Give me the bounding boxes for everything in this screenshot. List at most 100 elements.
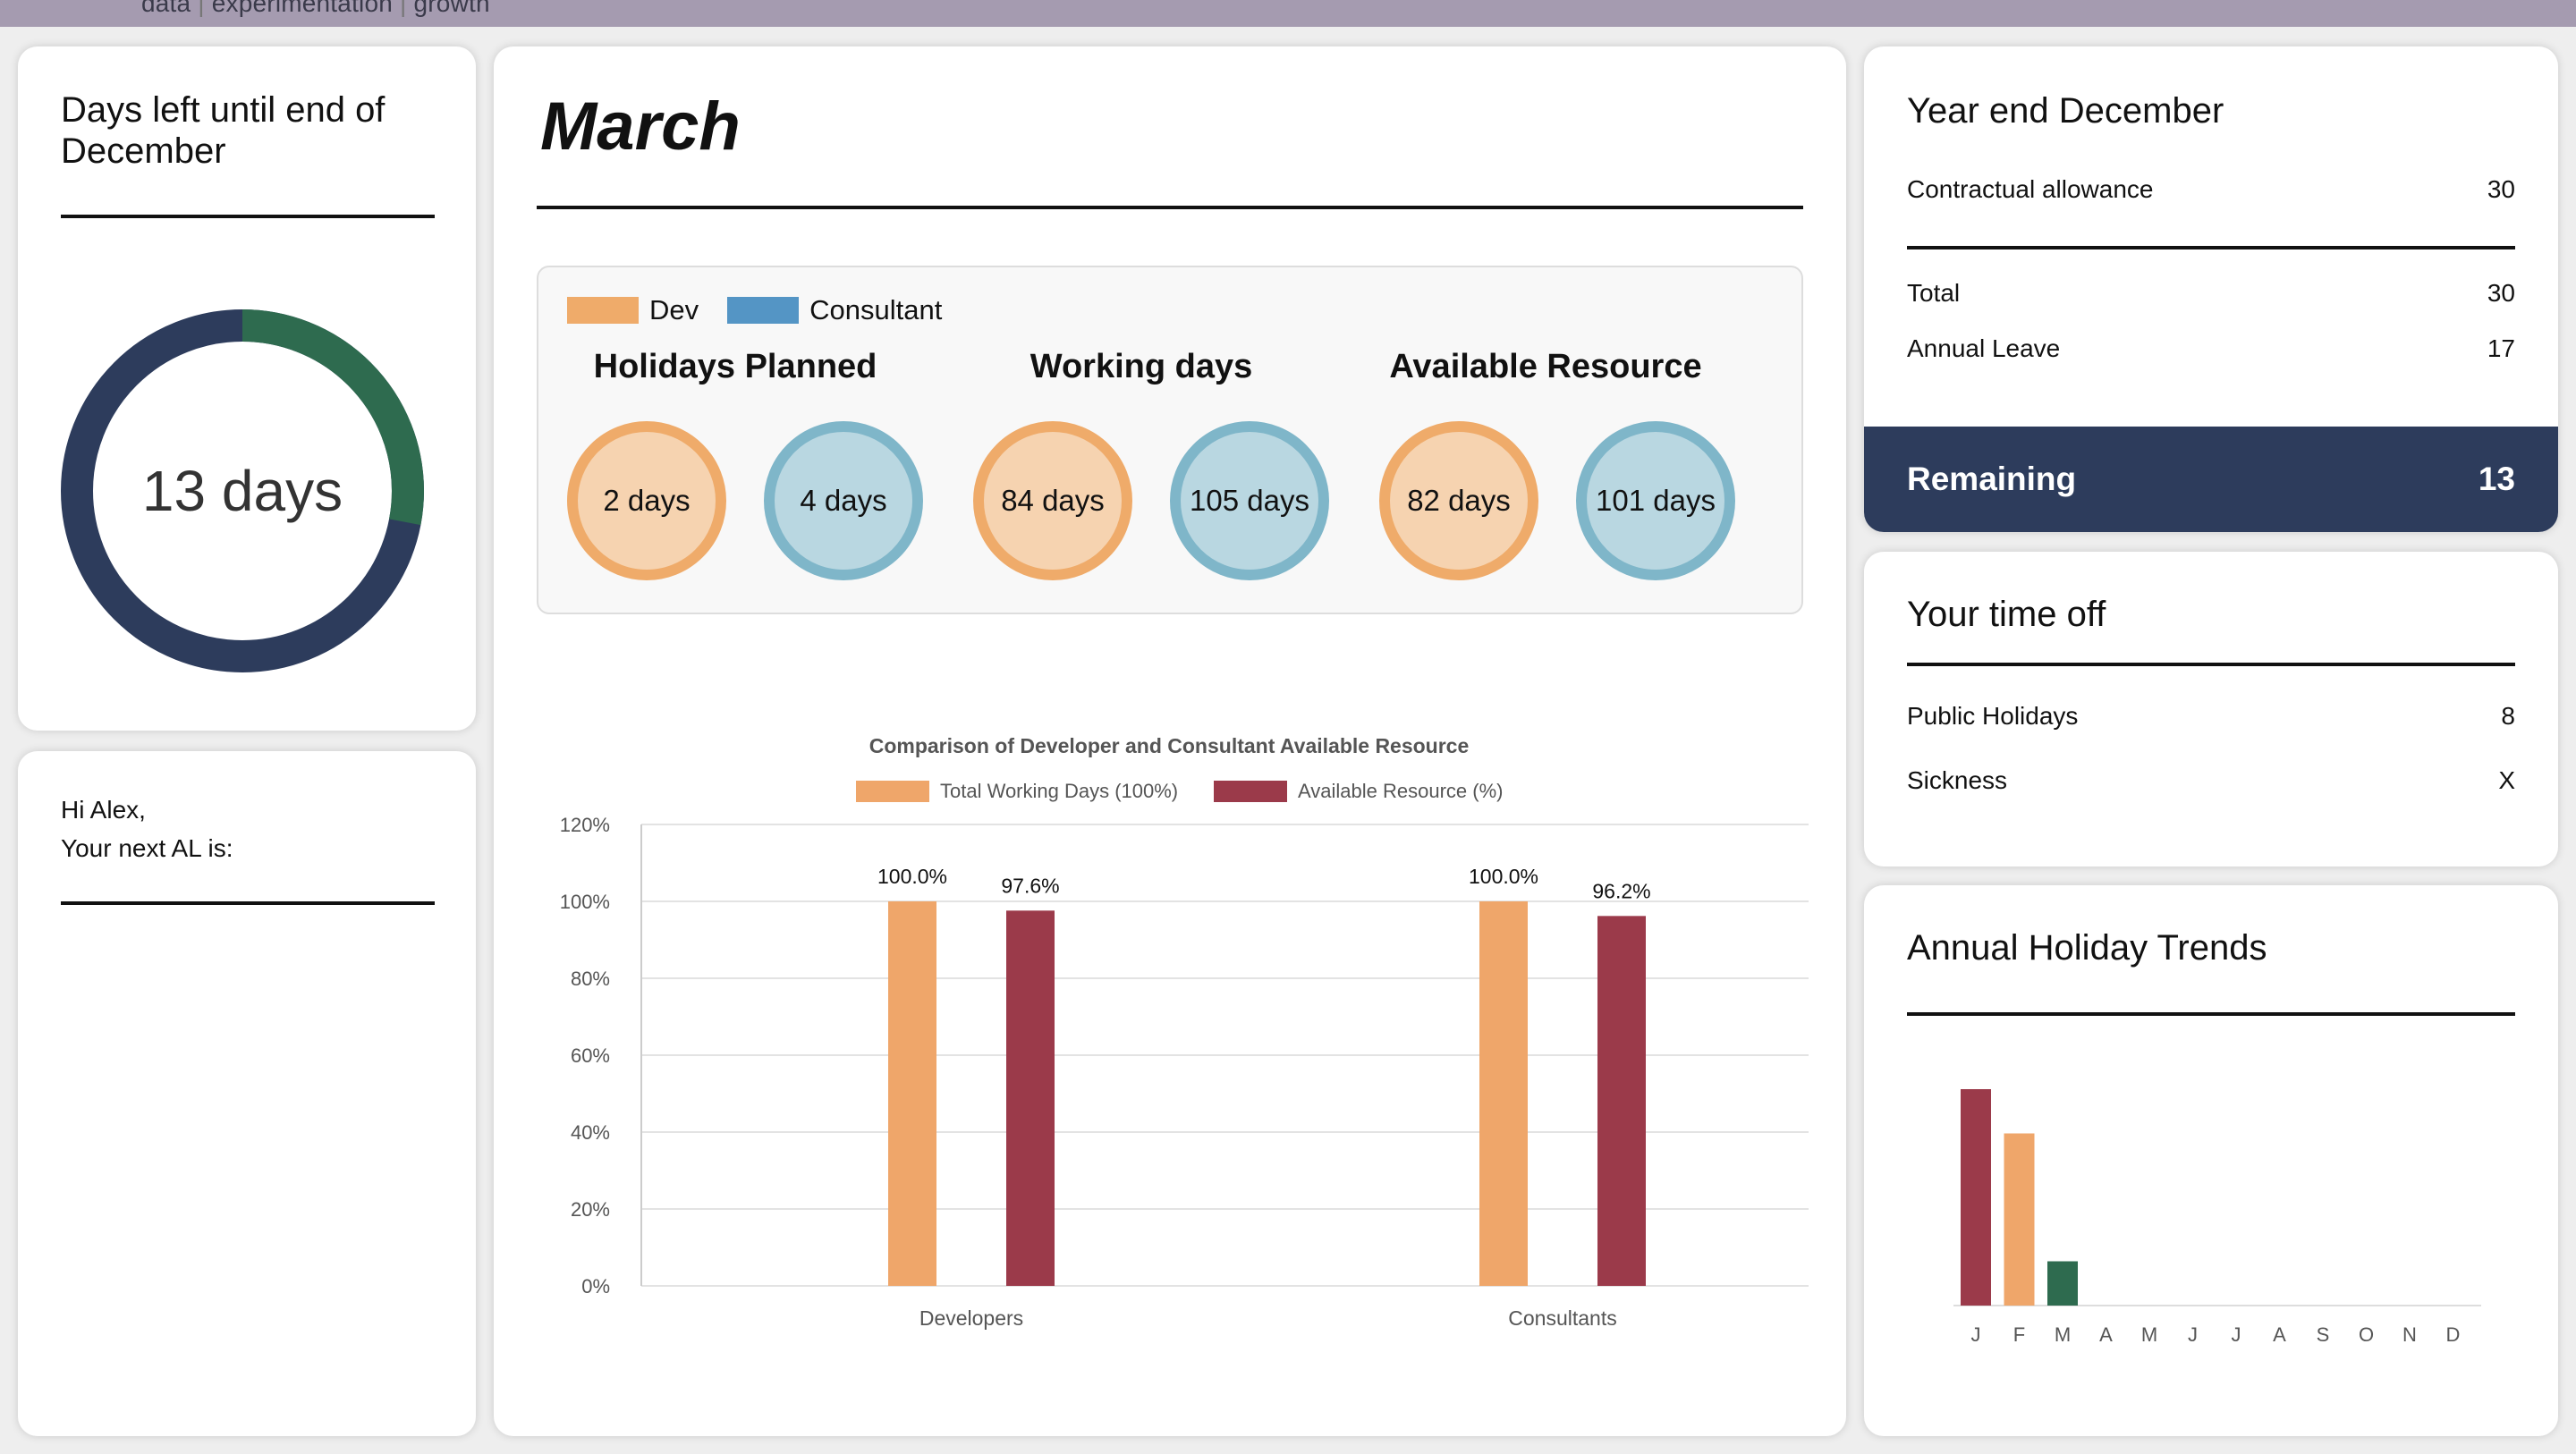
divider xyxy=(1907,246,2515,249)
bar-data-label: 97.6% xyxy=(1001,874,1059,897)
trend-bar xyxy=(2004,1133,2035,1306)
month-tick-label: S xyxy=(2317,1323,2330,1346)
y-tick-label: 120% xyxy=(560,814,610,836)
remaining-value: 13 xyxy=(2478,461,2515,497)
legend-swatch xyxy=(856,781,929,802)
month-tick-label: N xyxy=(2402,1323,2417,1346)
month-tick-label: M xyxy=(2141,1323,2157,1346)
row-value: 8 xyxy=(2501,702,2515,730)
dev-swatch xyxy=(567,297,639,324)
month-tick-label: J xyxy=(2188,1323,2198,1346)
month-tick-label: A xyxy=(2099,1323,2113,1346)
row-value: 30 xyxy=(2487,279,2515,307)
holiday-trends-chart: JFMAMJJASOND xyxy=(1953,1089,2481,1346)
contractual-allowance-row: Contractual allowance 30 xyxy=(1907,175,2515,204)
month-title: March xyxy=(540,89,741,165)
resource-chart: Comparison of Developer and Consultant A… xyxy=(512,681,1826,1397)
public-holidays-row: Public Holidays 8 xyxy=(1907,702,2515,731)
row-value: 30 xyxy=(2487,175,2515,203)
x-tick-label: Developers xyxy=(919,1306,1023,1330)
brand-part-growth: growth xyxy=(413,0,490,17)
sickness-row: Sickness X xyxy=(1907,766,2515,795)
legend-item-dev: Dev xyxy=(567,294,699,326)
year-end-title: Year end December xyxy=(1907,91,2224,131)
row-label: Annual Leave xyxy=(1907,334,2061,362)
month-tick-label: F xyxy=(2013,1323,2025,1346)
row-label: Sickness xyxy=(1907,766,2008,794)
chart-title: Comparison of Developer and Consultant A… xyxy=(869,734,1470,757)
row-label: Contractual allowance xyxy=(1907,175,2154,203)
y-tick-label: 60% xyxy=(571,1044,610,1067)
y-tick-label: 100% xyxy=(560,891,610,913)
greeting-card: Hi Alex, Your next AL is: xyxy=(18,751,476,1436)
brand-part-data: data xyxy=(141,0,191,17)
days-left-label: 13 days xyxy=(141,459,343,523)
y-tick-label: 40% xyxy=(571,1121,610,1144)
summary-panel: Dev Consultant Holidays Planned Working … xyxy=(537,266,1803,614)
brand-separator: | xyxy=(198,0,205,17)
next-al-line: Your next AL is: xyxy=(61,834,233,862)
bar xyxy=(1479,901,1528,1286)
time-off-card: Your time off Public Holidays 8 Sickness… xyxy=(1864,552,2558,866)
brand-part-experimentation: experimentation xyxy=(211,0,394,17)
holidays-planned-title: Holidays Planned xyxy=(593,348,877,385)
divider xyxy=(61,215,435,218)
trend-bar xyxy=(2047,1261,2078,1306)
y-tick-label: 20% xyxy=(571,1198,610,1221)
y-tick-label: 80% xyxy=(571,968,610,990)
row-value: X xyxy=(2498,766,2515,794)
brand-separator: | xyxy=(400,0,407,17)
remaining-label: Remaining xyxy=(1907,461,2077,497)
holiday-trends-card: Annual Holiday Trends JFMAMJJASOND xyxy=(1864,885,2558,1436)
working-consultant-bubble: 105 days xyxy=(1170,421,1329,580)
divider xyxy=(537,206,1803,209)
month-tick-label: J xyxy=(2232,1323,2241,1346)
annual-leave-row: Annual Leave 17 xyxy=(1907,334,2515,363)
time-off-title: Your time off xyxy=(1907,595,2106,634)
top-bar: data | experimentation | growth xyxy=(0,0,2576,27)
working-dev-bubble: 84 days xyxy=(973,421,1132,580)
bar xyxy=(1597,916,1646,1286)
legend-item-consultant: Consultant xyxy=(727,294,942,326)
row-label: Total xyxy=(1907,279,1961,307)
row-label: Public Holidays xyxy=(1907,702,2079,730)
bar xyxy=(888,901,936,1286)
greeting-line: Hi Alex, xyxy=(61,796,146,824)
year-end-card: Year end December Contractual allowance … xyxy=(1864,46,2558,532)
month-tick-label: D xyxy=(2446,1323,2461,1346)
summary-legend: Dev Consultant xyxy=(567,294,954,326)
consultant-swatch xyxy=(727,297,800,324)
month-tick-label: O xyxy=(2359,1323,2374,1346)
available-dev-bubble: 82 days xyxy=(1379,421,1538,580)
countdown-title: Days left until end of December xyxy=(61,90,386,171)
bar-data-label: 100.0% xyxy=(877,865,947,888)
x-tick-label: Consultants xyxy=(1508,1306,1616,1330)
legend-swatch xyxy=(1214,781,1287,802)
brand-tagline: data | experimentation | growth xyxy=(141,0,490,18)
month-tick-label: J xyxy=(1971,1323,1981,1346)
resource-chart-svg: Comparison of Developer and Consultant A… xyxy=(560,734,1809,1330)
divider xyxy=(61,901,435,905)
y-tick-label: 0% xyxy=(581,1275,610,1298)
bar xyxy=(1006,910,1055,1286)
holidays-consultant-bubble: 4 days xyxy=(764,421,923,580)
legend-label: Available Resource (%) xyxy=(1298,780,1503,802)
holidays-dev-bubble: 2 days xyxy=(567,421,726,580)
countdown-card: Days left until end of December 13 days xyxy=(18,46,476,731)
legend-label: Total Working Days (100%) xyxy=(940,780,1178,802)
working-days-title: Working days xyxy=(1030,348,1253,385)
available-resource-title: Available Resource xyxy=(1389,348,1702,385)
month-tick-label: A xyxy=(2273,1323,2286,1346)
month-card: March Dev Consultant Holidays Planned Wo… xyxy=(494,46,1846,1436)
legend-label: Dev xyxy=(649,294,699,325)
trend-bar xyxy=(1961,1089,1991,1306)
divider xyxy=(1907,663,2515,666)
available-consultant-bubble: 101 days xyxy=(1576,421,1735,580)
bar-data-label: 100.0% xyxy=(1469,865,1538,888)
row-value: 17 xyxy=(2487,334,2515,362)
remaining-banner: Remaining 13 xyxy=(1864,427,2558,532)
greeting-text: Hi Alex, Your next AL is: xyxy=(61,790,233,867)
legend-label: Consultant xyxy=(809,294,943,325)
total-row: Total 30 xyxy=(1907,279,2515,308)
bar-data-label: 96.2% xyxy=(1592,879,1650,902)
